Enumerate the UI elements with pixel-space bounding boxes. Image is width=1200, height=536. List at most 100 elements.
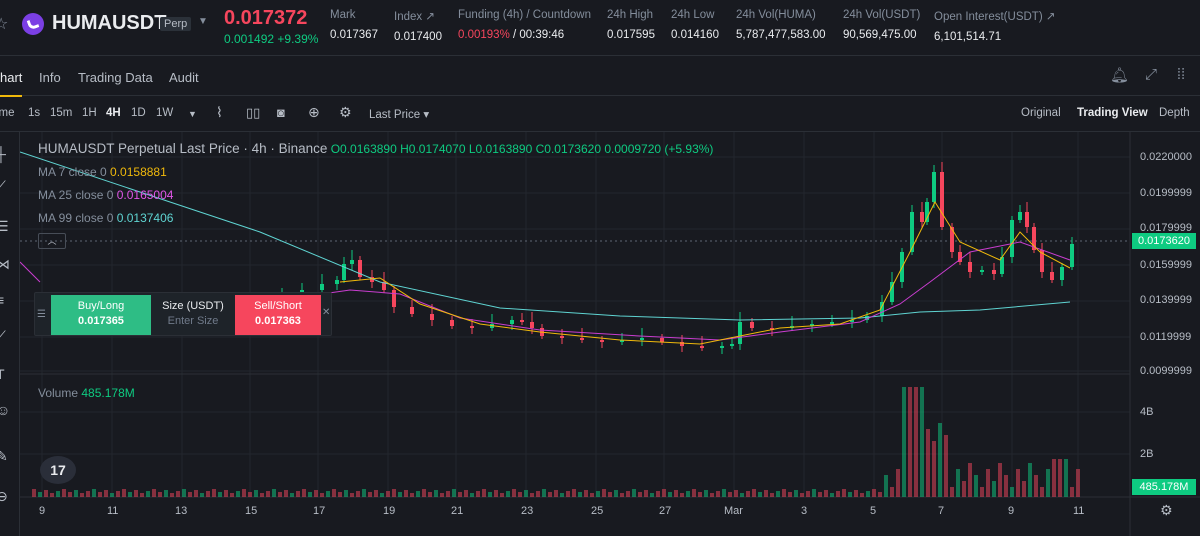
volume-bar xyxy=(44,490,48,497)
volume-bar xyxy=(410,493,414,497)
volume-bar xyxy=(482,489,486,497)
stat-index[interactable]: Index ↗ 0.017400 xyxy=(394,9,442,43)
crosshair-icon[interactable]: ┼ xyxy=(0,146,14,164)
volume-bar xyxy=(122,489,126,497)
x-tick: 17 xyxy=(313,505,326,517)
interval-1h[interactable]: 1H xyxy=(82,107,97,119)
volume-bar xyxy=(140,493,144,497)
volume-bar xyxy=(254,490,258,497)
volume-bar xyxy=(908,387,912,497)
y-tick: 0.0159999 xyxy=(1140,259,1192,271)
candle-body xyxy=(940,172,944,227)
volume-bar xyxy=(830,493,834,497)
volume-bar xyxy=(1022,481,1026,497)
volume-bar xyxy=(1004,475,1008,497)
volume-bar xyxy=(152,489,156,497)
y-tick: 0.0220000 xyxy=(1140,151,1192,163)
volume-bar xyxy=(980,487,984,497)
interval-1w[interactable]: 1W xyxy=(156,107,173,119)
tab-info[interactable]: Info xyxy=(39,70,61,85)
close-icon[interactable]: ✕ xyxy=(322,307,330,318)
x-tick: 11 xyxy=(107,505,119,517)
sell-short-button[interactable]: Sell/Short 0.017363 xyxy=(235,295,321,335)
volume-bar xyxy=(368,492,372,497)
view-depth[interactable]: Depth xyxy=(1159,107,1190,119)
zoom-icon[interactable]: ⊖ xyxy=(0,488,14,506)
symbol-dropdown-icon[interactable]: ▼ xyxy=(198,16,208,27)
volume-bar xyxy=(836,491,840,497)
settings-icon[interactable]: ⚙ xyxy=(339,104,352,121)
camera-icon[interactable]: ◙ xyxy=(277,105,285,120)
volume-bar xyxy=(290,493,294,497)
ma99-legend: MA 99 close 0 0.0137406 xyxy=(38,211,174,225)
volume-bar xyxy=(326,491,330,497)
interval-15m[interactable]: 15m xyxy=(50,107,72,119)
interval-1s[interactable]: 1s xyxy=(28,107,40,119)
volume-bar xyxy=(626,491,630,497)
volume-bar xyxy=(776,491,780,497)
vol-tick: 2B xyxy=(1140,448,1154,460)
ruler-icon[interactable]: ✎ xyxy=(0,448,14,466)
tab-chart[interactable]: hart xyxy=(0,70,23,97)
text-tool-icon[interactable]: T xyxy=(0,366,14,384)
volume-bar xyxy=(1076,469,1080,497)
volume-bar xyxy=(1034,475,1038,497)
volume-bar xyxy=(650,493,654,497)
volume-bar xyxy=(380,493,384,497)
volume-bar xyxy=(800,493,804,497)
y-tick: 0.0179999 xyxy=(1140,222,1192,234)
volume-bar xyxy=(614,490,618,497)
volume-bar xyxy=(680,493,684,497)
volume-bar xyxy=(38,492,42,497)
y-tick: 0.0139999 xyxy=(1140,294,1192,306)
buy-long-button[interactable]: Buy/Long 0.017365 xyxy=(51,295,151,335)
volume-bar xyxy=(494,490,498,497)
volume-bar xyxy=(716,491,720,497)
ohlc-change: 0.0009720 (+5.93%) xyxy=(604,142,714,156)
add-icon[interactable]: ⊕ xyxy=(308,104,320,121)
candle-body xyxy=(730,344,734,346)
volume-bar xyxy=(1046,469,1050,497)
alert-bell-icon[interactable]: 🔔︎ xyxy=(1110,66,1129,84)
chart-title-row: HUMAUSDT Perpetual Last Price · 4h · Bin… xyxy=(38,141,713,156)
volume-bar xyxy=(86,491,90,497)
symbol-name[interactable]: HUMAUSDT xyxy=(52,12,166,35)
size-input[interactable]: Size (USDT) Enter Size xyxy=(151,295,235,335)
indicator-icon[interactable]: ⌇ xyxy=(216,104,223,121)
volume-bar xyxy=(872,489,876,497)
volume-bar xyxy=(890,487,894,497)
volume-bar xyxy=(692,489,696,497)
view-original[interactable]: Original xyxy=(1021,107,1061,119)
chart-settings-gear-icon[interactable]: ⚙ xyxy=(1160,502,1173,519)
stat-open-interest[interactable]: Open Interest(USDT) ↗ 6,101,514.71 xyxy=(934,9,1055,43)
chart-tabs: hart Info Trading Data Audit xyxy=(0,56,1200,97)
pattern-icon[interactable]: ⟋ xyxy=(0,328,14,346)
volume-bar xyxy=(734,490,738,497)
volume-bar xyxy=(446,491,450,497)
collapse-legend-button[interactable]: ︿ xyxy=(38,233,66,249)
grid-dots-icon[interactable]: ⁞⁞ xyxy=(1172,66,1190,84)
horizontal-lines-icon[interactable]: ☰ xyxy=(0,218,14,236)
candle-type-icon[interactable]: ▯▯ xyxy=(246,105,260,121)
volume-bar xyxy=(926,429,930,497)
candle-body xyxy=(830,322,834,324)
interval-4h[interactable]: 4H xyxy=(106,107,121,119)
expand-icon[interactable]: ⤢ xyxy=(1142,66,1160,84)
interval-more-icon[interactable]: ▼ xyxy=(188,109,197,119)
emoji-icon[interactable]: ☺ xyxy=(0,402,14,420)
volume-bar xyxy=(788,492,792,497)
candle-body xyxy=(520,320,524,322)
favorite-star-icon[interactable]: ☆ xyxy=(0,14,14,34)
volume-bar xyxy=(554,490,558,497)
interval-1d[interactable]: 1D xyxy=(131,107,146,119)
volume-bar xyxy=(878,492,882,497)
volume-bar xyxy=(476,491,480,497)
view-trading-view[interactable]: Trading View xyxy=(1077,107,1148,119)
price-type-select[interactable]: Last Price ▾ xyxy=(369,107,429,121)
tab-trading-data[interactable]: Trading Data xyxy=(78,70,153,85)
tab-audit[interactable]: Audit xyxy=(169,70,199,85)
node-tool-icon[interactable]: ⋈ xyxy=(0,256,14,274)
trend-line-icon[interactable]: ⟋ xyxy=(0,178,14,196)
fib-icon[interactable]: ≡ xyxy=(0,292,14,310)
drag-handle-icon[interactable]: ☰ xyxy=(37,309,46,320)
